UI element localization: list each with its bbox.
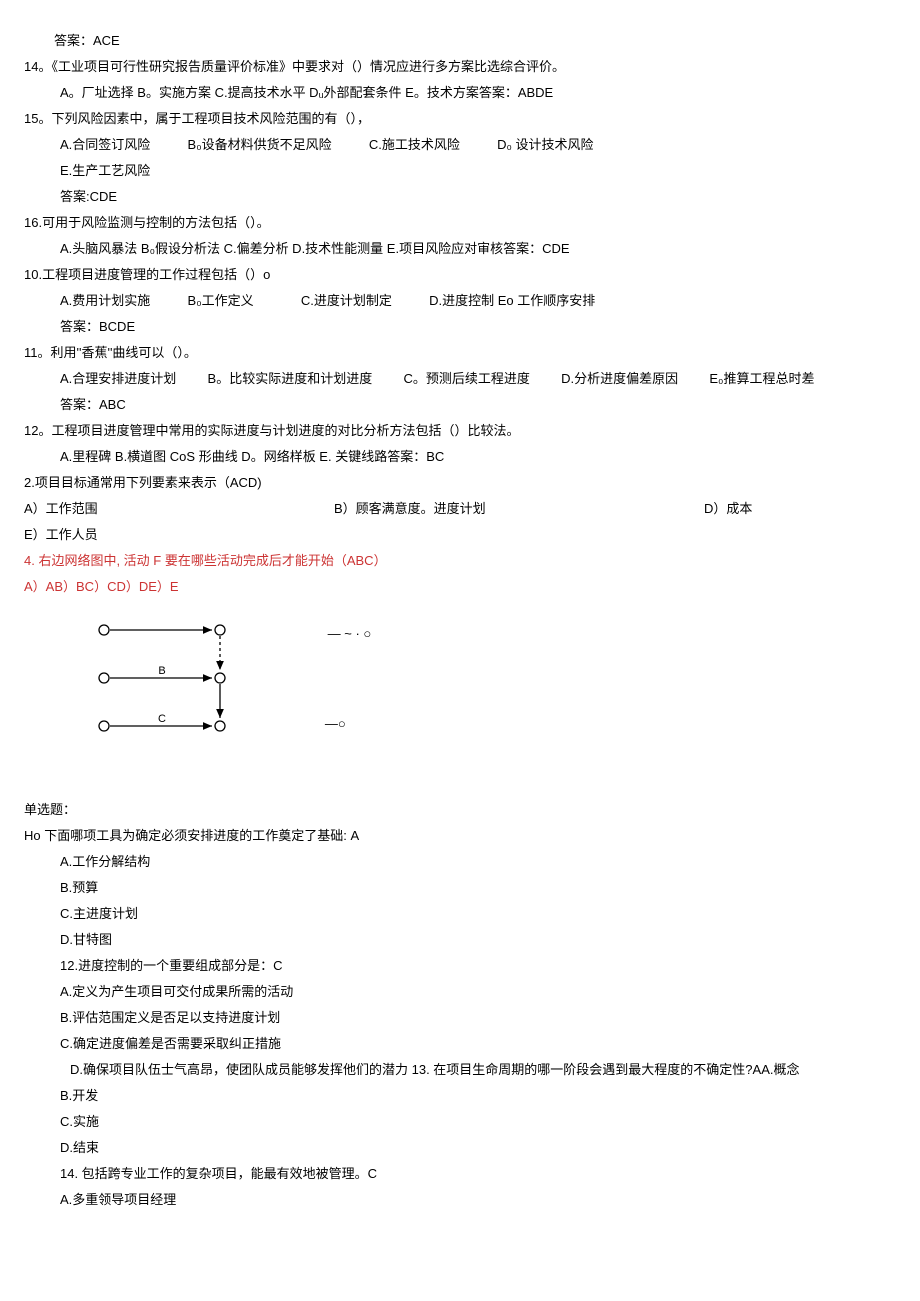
h0-opt-d: D.甘特图	[60, 927, 896, 953]
q14-options: A。厂址选择 B。实施方案 C.提高技术水平 Dᵤ外部配套条件 E。技术方案答案…	[60, 80, 896, 106]
question-16: 16.可用于风险监测与控制的方法包括（）。	[24, 210, 896, 236]
q11-options: A.合理安排进度计划 B。比较实际进度和计划进度 C。预测后续工程进度 D.分析…	[60, 366, 896, 392]
opt-c: C.进度计划制定	[301, 293, 392, 308]
q4-options: A）AB）BC）CD）DE）E	[24, 574, 896, 600]
q15-option-e: E.生产工艺风险	[60, 158, 896, 184]
s14-opt-a: A.多重领导项目经理	[60, 1187, 896, 1213]
q12-options: A.里程碑 B.横道图 CoS 形曲线 D。网络样板 E. 关键线路答案：BC	[60, 444, 896, 470]
opt-b: B₀设备材料供货不足风险	[188, 137, 332, 152]
h0-opt-b: B.预算	[60, 875, 896, 901]
opt-c: C。预测后续工程进度	[403, 371, 529, 386]
section-single-choice: 单选题：	[24, 797, 896, 823]
opt-a: A.费用计划实施	[60, 293, 150, 308]
question-h0: Ho 下面哪项工具为确定必须安排进度的工作奠定了基础: A	[24, 823, 896, 849]
s13-opt-d: D.结束	[60, 1135, 896, 1161]
question-s12: 12.进度控制的一个重要组成部分是：C	[60, 953, 896, 979]
q2-option-e: E）工作人员	[24, 522, 896, 548]
s12-opt-d-q13: D.确保项目队伍士气高昂，使团队成员能够发挥他们的潜力 13. 在项目生命周期的…	[70, 1057, 896, 1083]
question-2: 2.项目目标通常用下列要素来表示（ACD)	[24, 470, 896, 496]
q11-answer: 答案：ABC	[60, 392, 896, 418]
h0-opt-a: A.工作分解结构	[60, 849, 896, 875]
question-12: 12。工程项目进度管理中常用的实际进度与计划进度的对比分析方法包括（）比较法。	[24, 418, 896, 444]
opt-d: D.进度控制 Eo 工作顺序安排	[429, 293, 595, 308]
answer-text: 答案：ACE	[54, 28, 896, 54]
q15-answer: 答案:CDE	[60, 184, 896, 210]
opt-d: D）成本	[704, 496, 752, 522]
opt-a: A）工作范围	[24, 496, 334, 522]
question-11: 11。利用''香蕉''曲线可以（）。	[24, 340, 896, 366]
opt-c: C.施工技术风险	[369, 137, 460, 152]
label-b: B	[158, 665, 165, 677]
q15-options-row1: A.合同签订风险 B₀设备材料供货不足风险 C.施工技术风险 D₀ 设计技术风险	[60, 132, 896, 158]
opt-d: D₀ 设计技术风险	[497, 137, 593, 152]
opt-b: B）顾客满意度。进度计划	[334, 496, 704, 522]
h0-opt-c: C.主进度计划	[60, 901, 896, 927]
question-15: 15。下列风险因素中，属于工程项目技术风险范围的有（），	[24, 106, 896, 132]
opt-d: D.分析进度偏差原因	[561, 371, 678, 386]
opt-a: A.合理安排进度计划	[60, 371, 176, 386]
q16-options: A.头脑风暴法 B₀假设分析法 C.偏差分析 D.技术性能测量 E.项目风险应对…	[60, 236, 896, 262]
opt-b: B₀工作定义	[188, 293, 254, 308]
question-4: 4. 右边网络图中, 活动 F 要在哪些活动完成后才能开始（ABC）	[24, 548, 896, 574]
opt-a: A.合同签订风险	[60, 137, 150, 152]
diagram-annot-2: ―○	[325, 716, 346, 731]
label-c: C	[158, 713, 166, 725]
q10-options: A.费用计划实施 B₀工作定义 C.进度计划制定 D.进度控制 Eo 工作顺序安…	[60, 288, 896, 314]
s12-opt-b: B.评估范围定义是否足以支持进度计划	[60, 1005, 896, 1031]
network-diagram: B C ― ~ · ○ ―○	[84, 618, 896, 757]
q2-options-row: A）工作范围 B）顾客满意度。进度计划 D）成本	[24, 496, 896, 522]
s12-opt-a: A.定义为产生项目可交付成果所需的活动	[60, 979, 896, 1005]
s13-opt-b: B.开发	[60, 1083, 896, 1109]
opt-b: B。比较实际进度和计划进度	[208, 371, 373, 386]
network-diagram-svg: B C	[84, 618, 314, 748]
q10-answer: 答案：BCDE	[60, 314, 896, 340]
s13-opt-c: C.实施	[60, 1109, 896, 1135]
diagram-annot-1: ― ~ · ○	[328, 626, 372, 641]
question-14: 14。《工业项目可行性研究报告质量评价标准》中要求对（）情况应进行多方案比选综合…	[24, 54, 896, 80]
question-10: 10.工程项目进度管理的工作过程包括（）o	[24, 262, 896, 288]
s12-opt-c: C.确定进度偏差是否需要采取纠正措施	[60, 1031, 896, 1057]
opt-e: E₀推算工程总时差	[709, 371, 814, 386]
question-s14: 14. 包括跨专业工作的复杂项目，能最有效地被管理。C	[60, 1161, 896, 1187]
